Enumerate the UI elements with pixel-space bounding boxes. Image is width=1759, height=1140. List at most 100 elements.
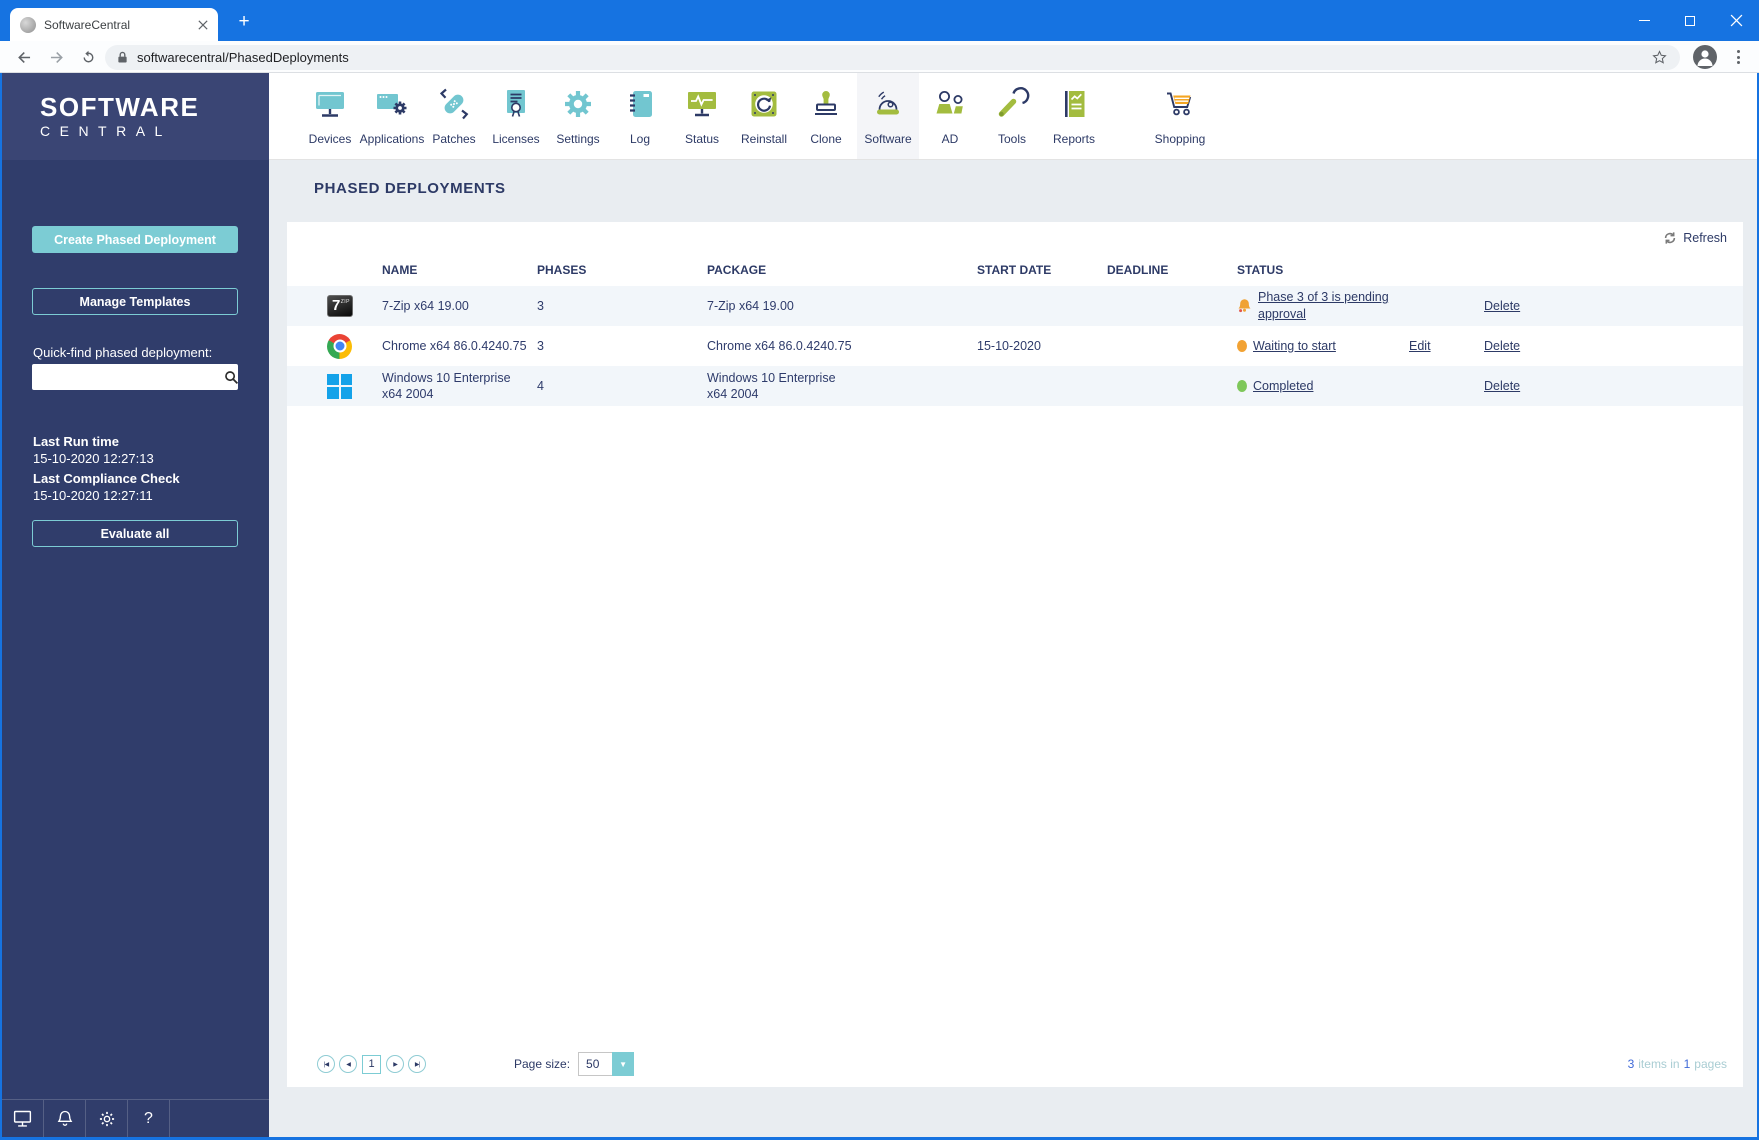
settings-gear-icon[interactable] (86, 1100, 128, 1137)
browser-menu-icon[interactable] (1731, 46, 1745, 68)
next-page-button[interactable]: ▶ (386, 1055, 404, 1073)
deployment-start-date: 15-10-2020 (977, 339, 1041, 353)
logo-line-1: SOFTWARE (40, 92, 200, 122)
quickfind-label: Quick-find phased deployment: (33, 345, 213, 360)
forward-icon[interactable] (44, 45, 68, 69)
reload-icon[interactable] (76, 45, 100, 69)
nav-item-label: Log (629, 132, 651, 146)
nav-item-settings[interactable]: Settings (547, 73, 609, 159)
software-icon (870, 86, 906, 127)
status-link[interactable]: Completed (1253, 378, 1313, 395)
delete-link[interactable]: Delete (1484, 339, 1520, 353)
deployment-package: Chrome x64 86.0.4240.75 (707, 339, 852, 353)
nav-item-shopping[interactable]: Shopping (1149, 73, 1211, 159)
quickfind-search (32, 364, 239, 390)
evaluate-all-button[interactable]: Evaluate all (32, 520, 238, 547)
lock-icon[interactable] (117, 51, 128, 64)
help-icon[interactable]: ? (128, 1100, 170, 1137)
status-link[interactable]: Waiting to start (1253, 338, 1336, 355)
delete-link[interactable]: Delete (1484, 299, 1520, 313)
address-bar[interactable]: softwarecentral/PhasedDeployments (105, 45, 1680, 70)
last-compliance-value: 15-10-2020 12:27:11 (33, 488, 153, 503)
browser-profile-avatar[interactable] (1693, 45, 1717, 69)
nav-item-label: Status (684, 132, 720, 146)
main-content: PHASED DEPLOYMENTS Refresh NAME PHASES P… (269, 160, 1757, 1137)
nav-item-licenses[interactable]: Licenses (485, 73, 547, 159)
browser-toolbar: softwarecentral/PhasedDeployments (0, 41, 1759, 73)
last-run-label: Last Run time (33, 434, 119, 449)
browser-tab[interactable]: SoftwareCentral (10, 8, 218, 41)
page-size-input[interactable]: 50 (578, 1052, 613, 1076)
close-button[interactable] (1713, 0, 1759, 41)
prev-page-button[interactable]: ◀ (339, 1055, 357, 1073)
back-icon[interactable] (12, 45, 36, 69)
search-icon[interactable] (224, 370, 239, 385)
pages-text: pages (1694, 1057, 1727, 1071)
nav-item-label: Reinstall (740, 132, 788, 146)
last-page-button[interactable]: ▶| (408, 1055, 426, 1073)
refresh-button[interactable]: Refresh (1663, 231, 1727, 245)
last-run-value: 15-10-2020 12:27:13 (33, 451, 154, 466)
deployment-phases: 4 (537, 379, 544, 393)
page-size-label: Page size: (514, 1057, 571, 1071)
tab-close-icon[interactable] (198, 19, 208, 30)
remote-desktop-icon[interactable] (2, 1100, 44, 1137)
nav-item-patches[interactable]: Patches (423, 73, 485, 159)
log-icon (622, 86, 658, 127)
settings-nav-icon (560, 86, 596, 127)
deployments-card: Refresh NAME PHASES PACKAGE START DATE D… (287, 222, 1743, 1087)
deployment-package: Windows 10 Enterprise x64 2004 (707, 371, 836, 401)
nav-item-devices[interactable]: Devices (299, 73, 361, 159)
app-window: SOFTWARE CENTRAL Create Phased Deploymen… (2, 73, 1757, 1137)
nav-item-label: Patches (432, 132, 476, 146)
deployment-phases: 3 (537, 299, 544, 313)
nav-item-label: Clone (810, 132, 842, 146)
top-navigation: Devices Applications Patches Licenses Se… (269, 73, 1757, 160)
nav-item-applications[interactable]: Applications (360, 73, 424, 159)
new-tab-button[interactable]: + (233, 11, 255, 33)
edit-link[interactable]: Edit (1409, 339, 1431, 353)
nav-item-ad[interactable]: AD (919, 73, 981, 159)
bookmark-star-icon[interactable] (1651, 49, 1668, 66)
reinstall-icon (746, 86, 782, 127)
nav-item-label: AD (941, 132, 959, 146)
status-link[interactable]: Phase 3 of 3 is pending approval (1258, 289, 1396, 323)
quickfind-search-input[interactable] (32, 364, 224, 390)
tab-title: SoftwareCentral (44, 17, 131, 32)
current-page-button[interactable]: 1 (362, 1054, 381, 1074)
deployment-package: 7-Zip x64 19.00 (707, 299, 794, 313)
maximize-button[interactable] (1667, 0, 1713, 41)
page-size-dropdown-icon[interactable]: ▼ (612, 1052, 635, 1076)
nav-item-tools[interactable]: Tools (981, 73, 1043, 159)
create-phased-deployment-button[interactable]: Create Phased Deployment (32, 226, 238, 253)
deployment-name: Chrome x64 86.0.4240.75 (382, 339, 527, 353)
waiting-status-dot-icon (1237, 340, 1247, 352)
url-text: softwarecentral/PhasedDeployments (137, 50, 349, 65)
licenses-icon (498, 86, 534, 127)
logo-line-2: CENTRAL (40, 123, 172, 139)
notifications-bell-icon[interactable] (44, 1100, 86, 1137)
ad-users-icon (932, 86, 968, 127)
nav-item-clone[interactable]: Clone (795, 73, 857, 159)
last-compliance-label: Last Compliance Check (33, 471, 180, 486)
first-page-button[interactable]: |◀ (317, 1055, 335, 1073)
items-in-text: items in (1638, 1057, 1680, 1071)
applications-icon (374, 86, 410, 127)
nav-item-reports[interactable]: Reports (1043, 73, 1105, 159)
nav-item-label: Licenses (492, 132, 540, 146)
delete-link[interactable]: Delete (1484, 379, 1520, 393)
nav-item-log[interactable]: Log (609, 73, 671, 159)
item-count: 3 (1627, 1057, 1635, 1071)
site-favicon (20, 16, 36, 33)
nav-item-status[interactable]: Status (671, 73, 733, 159)
nav-item-label: Tools (997, 132, 1026, 146)
sidebar-bottom-bar: ? (2, 1099, 269, 1137)
deployment-name: Windows 10 Enterprise x64 2004 (382, 371, 511, 401)
nav-item-reinstall[interactable]: Reinstall (733, 73, 795, 159)
nav-item-software[interactable]: Software (857, 73, 919, 159)
patches-icon (436, 86, 472, 127)
minimize-button[interactable] (1621, 0, 1667, 41)
sidebar: SOFTWARE CENTRAL Create Phased Deploymen… (2, 73, 269, 1137)
windows-icon (327, 373, 352, 399)
manage-templates-button[interactable]: Manage Templates (32, 288, 238, 315)
